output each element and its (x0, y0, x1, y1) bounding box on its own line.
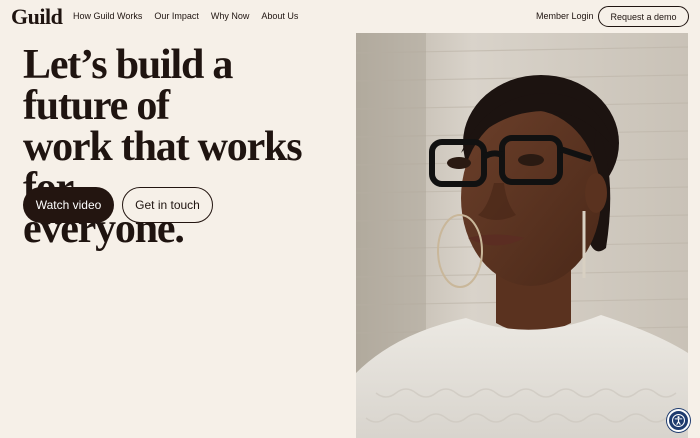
accessibility-person-icon (672, 414, 685, 427)
site-header: Guild How Guild Works Our Impact Why Now… (0, 0, 700, 33)
nav-why-now[interactable]: Why Now (211, 11, 250, 21)
get-in-touch-button[interactable]: Get in touch (122, 187, 213, 223)
headline-line-1: Let’s build a future of (23, 42, 233, 129)
hero-photo (356, 33, 688, 438)
nav-our-impact[interactable]: Our Impact (154, 11, 199, 21)
request-demo-button[interactable]: Request a demo (598, 6, 689, 27)
guild-logo[interactable]: Guild (11, 4, 63, 30)
nav-how-guild-works[interactable]: How Guild Works (73, 11, 142, 21)
nav-about-us[interactable]: About Us (261, 11, 298, 21)
watch-video-button[interactable]: Watch video (23, 187, 114, 223)
hero-portrait-image (356, 33, 688, 438)
main-nav: How Guild Works Our Impact Why Now About… (73, 11, 298, 21)
member-login-link[interactable]: Member Login (536, 11, 594, 21)
accessibility-button[interactable] (667, 409, 690, 432)
